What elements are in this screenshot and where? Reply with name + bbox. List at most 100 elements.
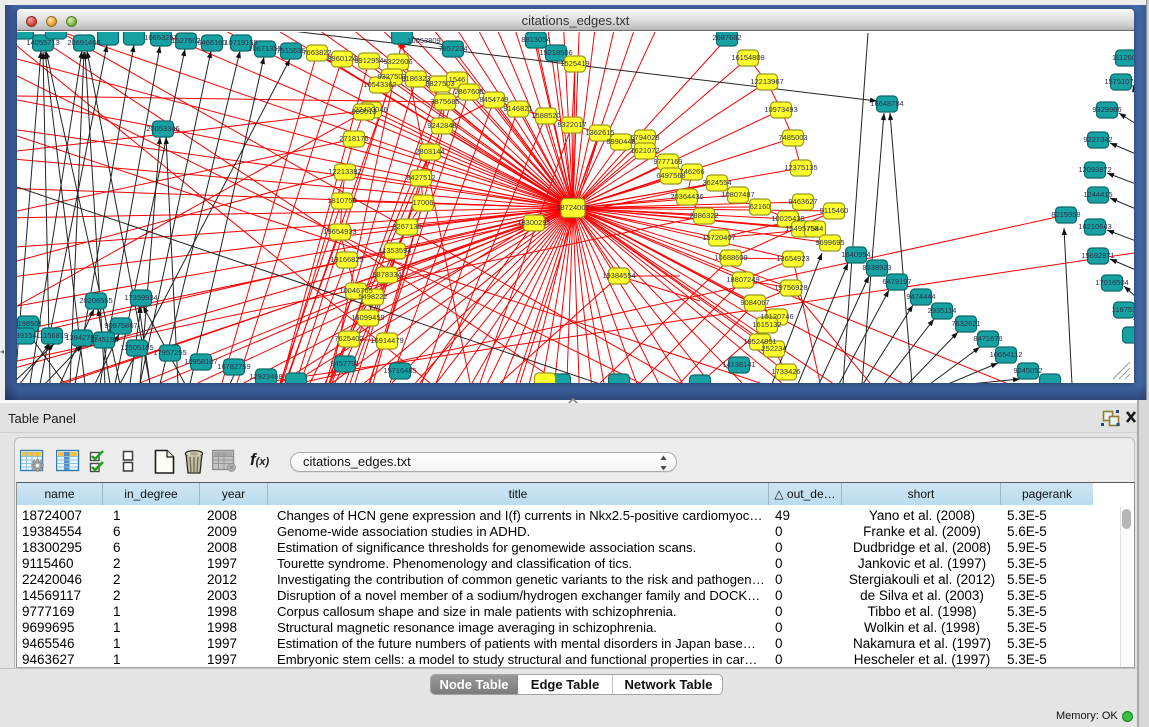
svg-text:9457791: 9457791: [330, 359, 359, 368]
svg-text:9084067: 9084067: [740, 298, 769, 307]
svg-text:20053346: 20053346: [146, 124, 179, 133]
svg-text:1527602: 1527602: [171, 36, 200, 45]
svg-text:1244415: 1244415: [1083, 190, 1112, 199]
svg-text:16782759: 16782759: [217, 362, 250, 371]
svg-text:5322606: 5322606: [383, 57, 412, 66]
svg-text:7515536: 7515536: [276, 46, 305, 55]
svg-text:116753: 116753: [1112, 305, 1134, 314]
svg-text:12213967: 12213967: [750, 77, 783, 86]
svg-text:19218506: 19218506: [539, 48, 572, 57]
svg-text:7544: 7544: [807, 224, 824, 233]
svg-text:10958107: 10958107: [184, 357, 217, 366]
svg-text:6794028: 6794028: [630, 133, 659, 142]
svg-text:17359934: 17359934: [124, 293, 157, 302]
svg-text:19654933: 19654933: [323, 227, 356, 236]
svg-text:8912954: 8912954: [354, 56, 383, 65]
svg-text:9115460: 9115460: [820, 206, 849, 215]
svg-text:8427512: 8427512: [406, 173, 435, 182]
svg-text:1112606: 1112606: [1112, 53, 1134, 62]
svg-text:19756928: 19756928: [774, 283, 807, 292]
svg-text:5498222: 5498222: [358, 292, 387, 301]
svg-text:12213382: 12213382: [328, 167, 361, 176]
svg-text:12375135: 12375135: [784, 163, 817, 172]
svg-text:2718176: 2718176: [339, 134, 368, 143]
svg-text:1810755: 1810755: [327, 196, 356, 205]
svg-text:746266: 746266: [679, 167, 704, 176]
svg-text:1546: 1546: [449, 75, 466, 84]
svg-text:1525419: 1525419: [560, 59, 589, 68]
svg-text:8471676: 8471676: [973, 334, 1002, 343]
svg-text:1615132: 1615132: [752, 320, 781, 329]
svg-text:16099459: 16099459: [351, 313, 384, 322]
svg-text:2886322: 2886322: [689, 211, 718, 220]
svg-text:8960124: 8960124: [327, 54, 356, 63]
svg-text:6466160: 6466160: [197, 38, 226, 47]
svg-text:9245052: 9245052: [1013, 366, 1042, 375]
svg-text:1733426: 1733426: [771, 367, 800, 376]
svg-text:10807487: 10807487: [721, 190, 754, 199]
svg-text:9329966: 9329966: [1092, 105, 1121, 114]
svg-text:8878334: 8878334: [372, 270, 401, 279]
svg-text:7625402: 7625402: [334, 334, 363, 343]
svg-text:989013: 989013: [351, 107, 376, 116]
svg-text:8215958: 8215958: [1051, 210, 1080, 219]
svg-text:7485003: 7485003: [778, 133, 807, 142]
svg-text:8454749: 8454749: [479, 95, 508, 104]
svg-text:8267130: 8267130: [392, 222, 421, 231]
svg-text:16210643: 16210643: [1078, 222, 1111, 231]
svg-text:10543362: 10543362: [363, 80, 396, 89]
svg-text:14136141: 14136141: [722, 360, 755, 369]
svg-text:939154: 939154: [17, 331, 37, 340]
svg-text:7857234: 7857234: [438, 44, 467, 53]
svg-text:1588520: 1588520: [531, 111, 560, 120]
svg-text:1640954: 1640954: [841, 250, 870, 259]
svg-text:10688609: 10688609: [714, 253, 747, 262]
svg-text:18807249: 18807249: [726, 275, 759, 284]
svg-text:1621072: 1621072: [630, 146, 659, 155]
svg-text:1362615: 1362615: [585, 128, 614, 137]
svg-text:15720407: 15720407: [702, 233, 735, 242]
svg-text:17016504: 17016504: [1095, 278, 1128, 287]
svg-text:2687682: 2687682: [712, 33, 741, 42]
svg-text:20364436: 20364436: [670, 192, 703, 201]
svg-text:90975867: 90975867: [104, 321, 137, 330]
svg-text:5198501: 5198501: [17, 319, 43, 328]
svg-text:12093872: 12093872: [1078, 165, 1111, 174]
svg-text:8813054: 8813054: [521, 35, 550, 44]
svg-text:11156819: 11156819: [36, 331, 68, 340]
svg-text:8322017: 8322017: [557, 120, 586, 129]
svg-text:9777169: 9777169: [653, 157, 682, 166]
svg-text:7632621: 7632621: [951, 319, 980, 328]
svg-text:11353594: 11353594: [379, 246, 412, 255]
svg-text:9474444: 9474444: [906, 292, 935, 301]
svg-text:62160: 62160: [750, 202, 771, 211]
svg-text:15716485: 15716485: [383, 366, 416, 375]
svg-text:10053809: 10053809: [407, 36, 440, 45]
svg-text:15751074: 15751074: [1104, 77, 1134, 86]
svg-text:10025438: 10025438: [771, 214, 804, 223]
svg-text:9242848: 9242848: [427, 121, 456, 130]
svg-text:6479197: 6479197: [882, 277, 911, 286]
svg-text:19384554: 19384554: [602, 271, 635, 280]
svg-text:9463627: 9463627: [788, 197, 817, 206]
svg-text:2803144: 2803144: [415, 147, 444, 156]
svg-text:13654923: 13654923: [776, 254, 809, 263]
svg-text:10973493: 10973493: [764, 105, 797, 114]
svg-text:16154808: 16154808: [731, 53, 764, 62]
svg-text:10654112: 10654112: [990, 350, 1023, 359]
svg-text:20691406: 20691406: [67, 38, 100, 47]
svg-text:1145193: 1145193: [90, 335, 119, 344]
svg-text:3875685: 3875685: [430, 97, 459, 106]
svg-text:17957255: 17957255: [153, 348, 186, 357]
svg-text:9227342: 9227342: [1083, 135, 1112, 144]
svg-text:252234: 252234: [761, 344, 786, 353]
svg-text:9699695: 9699695: [815, 238, 844, 247]
svg-text:15692971: 15692971: [1081, 251, 1114, 260]
svg-text:8938923: 8938923: [862, 263, 891, 272]
svg-text:12505185: 12505185: [120, 343, 153, 352]
svg-text:18300295: 18300295: [517, 218, 550, 227]
svg-text:9146821: 9146821: [503, 104, 532, 113]
svg-text:14055713: 14055713: [26, 38, 59, 47]
svg-text:16648784: 16648784: [870, 99, 903, 108]
svg-text:16914479: 16914479: [370, 336, 403, 345]
